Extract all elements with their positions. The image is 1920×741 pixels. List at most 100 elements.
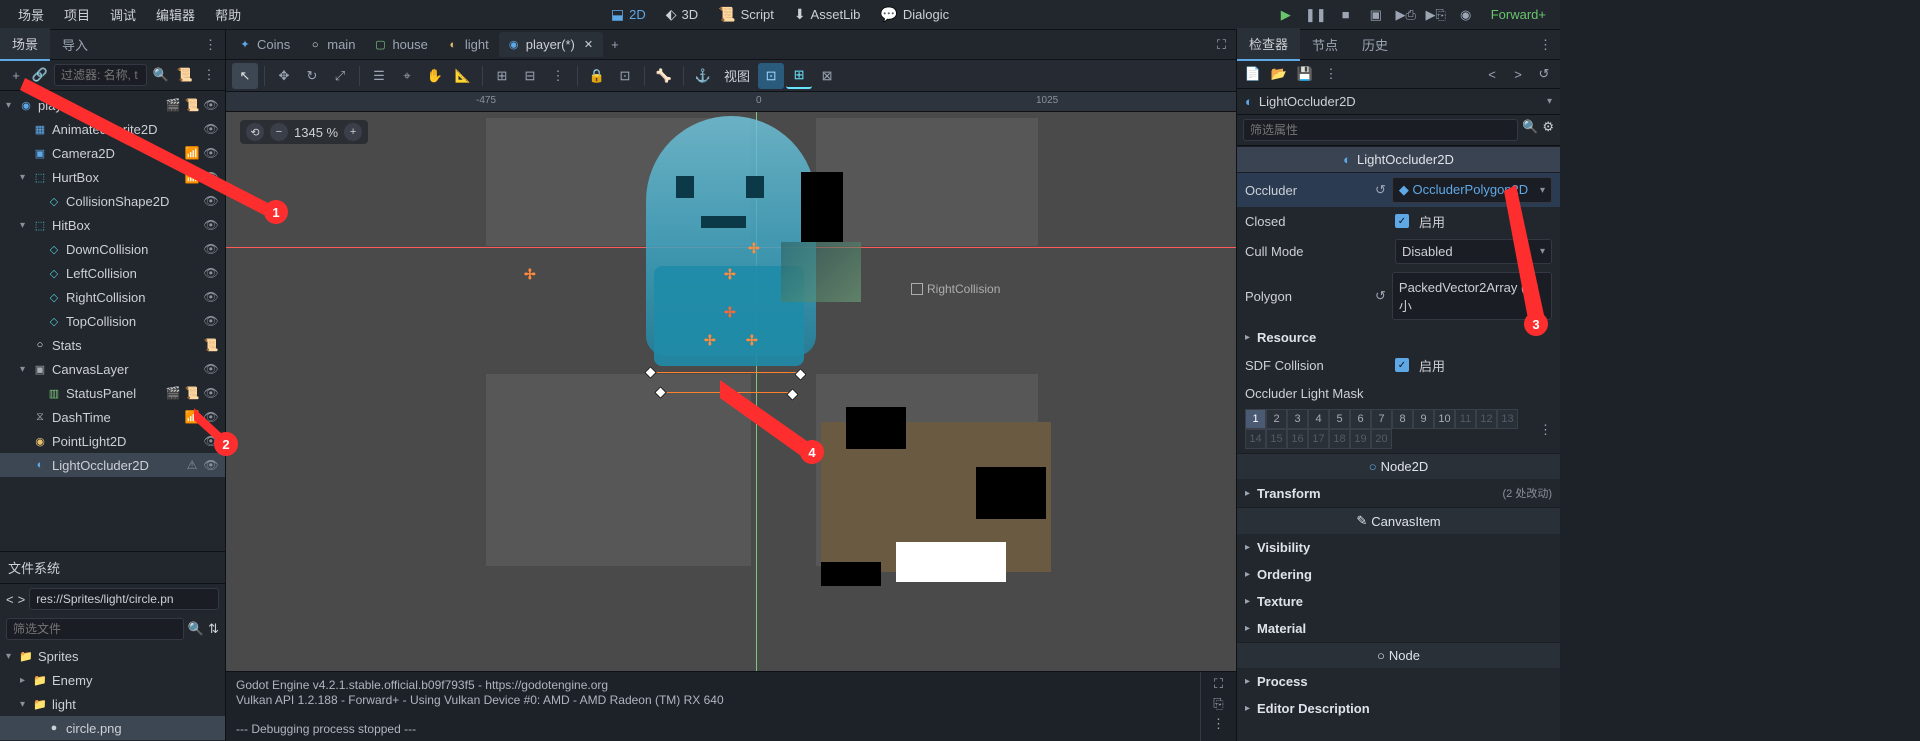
scene-tab-light[interactable]: ◐light <box>438 32 499 57</box>
movie-button[interactable]: ◉ <box>1455 4 1477 26</box>
smart-snap-button[interactable]: ⊞ <box>489 63 515 89</box>
prop-texture[interactable]: ▸Texture <box>1237 588 1560 615</box>
scene-node-StatusPanel[interactable]: ▥ StatusPanel 🎬📜👁 <box>0 381 225 405</box>
scene-node-DownCollision[interactable]: ◇ DownCollision 👁 <box>0 237 225 261</box>
prop-ordering[interactable]: ▸Ordering <box>1237 561 1560 588</box>
scene-tab-main[interactable]: ○main <box>300 32 365 57</box>
mask-layer-1[interactable]: 1 <box>1245 409 1266 429</box>
mask-layer-15[interactable]: 15 <box>1266 429 1287 449</box>
warn-icon[interactable]: ⚠ <box>184 457 200 473</box>
mask-menu-icon[interactable]: ⋮ <box>1531 422 1560 438</box>
tab-inspector[interactable]: 检查器 <box>1237 28 1300 61</box>
history-back-button[interactable]: < <box>1482 64 1502 84</box>
eye-icon[interactable]: 👁 <box>203 361 219 377</box>
search-icon[interactable]: 🔍 <box>188 621 204 637</box>
bone-button[interactable]: 🦴 <box>651 63 677 89</box>
distraction-free-icon[interactable]: ⛶ <box>1217 37 1226 53</box>
mask-layer-19[interactable]: 19 <box>1350 429 1371 449</box>
menu-编辑器[interactable]: 编辑器 <box>146 4 205 27</box>
scene-node-LightOccluder2D[interactable]: ◐ LightOccluder2D ⚠👁 <box>0 453 225 477</box>
renderer-label[interactable]: Forward+ <box>1485 7 1552 22</box>
eye-icon[interactable]: 👁 <box>203 241 219 257</box>
fs-item-Enemy[interactable]: ▸ 📁 Enemy <box>0 668 225 692</box>
scene-node-CanvasLayer[interactable]: ▾ ▣ CanvasLayer 👁 <box>0 357 225 381</box>
zoom-in-button[interactable]: + <box>344 123 362 141</box>
prop-process[interactable]: ▸Process <box>1237 668 1560 695</box>
scene-node-DashTime[interactable]: ⧖ DashTime 📶👁 <box>0 405 225 429</box>
search-icon[interactable]: 🔍 <box>1522 119 1538 141</box>
save-resource-button[interactable]: 💾 <box>1295 64 1315 84</box>
output-copy-icon[interactable]: ⎘ <box>1213 696 1223 712</box>
list-select-tool[interactable]: ☰ <box>366 63 392 89</box>
scene-node-LeftCollision[interactable]: ◇ LeftCollision 👁 <box>0 261 225 285</box>
play-button[interactable]: ▶ <box>1275 4 1297 26</box>
play-scene-button[interactable]: ▶⎙ <box>1395 4 1417 26</box>
mask-layer-7[interactable]: 7 <box>1371 409 1392 429</box>
mask-layer-4[interactable]: 4 <box>1308 409 1329 429</box>
scene-node-TopCollision[interactable]: ◇ TopCollision 👁 <box>0 309 225 333</box>
snap-toggle-1[interactable]: ⊡ <box>758 63 784 89</box>
inspector-node-name[interactable]: LightOccluder2D <box>1259 94 1541 109</box>
mask-layer-8[interactable]: 8 <box>1392 409 1413 429</box>
scene-tab-player(*)[interactable]: ◉player(*)✕ <box>499 32 603 57</box>
revert-icon[interactable]: ↺ <box>1375 288 1386 304</box>
open-resource-button[interactable]: 📂 <box>1269 64 1289 84</box>
group-button[interactable]: ⊡ <box>612 63 638 89</box>
rotate-tool[interactable]: ↻ <box>299 63 325 89</box>
fs-back-button[interactable]: < <box>6 592 14 607</box>
mode-script[interactable]: 📜Script <box>708 2 784 27</box>
mask-layer-6[interactable]: 6 <box>1350 409 1371 429</box>
scene-node-PointLight2D[interactable]: ◉ PointLight2D 👁 <box>0 429 225 453</box>
chevron-down-icon[interactable]: ▾ <box>1547 96 1552 107</box>
prop-editor-description[interactable]: ▸Editor Description <box>1237 695 1560 722</box>
view-menu-button[interactable]: 视图 <box>718 66 756 85</box>
mask-layer-5[interactable]: 5 <box>1329 409 1350 429</box>
scene-node-RightCollision[interactable]: ◇ RightCollision 👁 <box>0 285 225 309</box>
mask-layer-14[interactable]: 14 <box>1245 429 1266 449</box>
ruler-tool[interactable]: 📐 <box>450 63 476 89</box>
eye-icon[interactable]: 👁 <box>203 289 219 305</box>
history-menu-icon[interactable]: ↺ <box>1534 64 1554 84</box>
mask-layer-18[interactable]: 18 <box>1329 429 1350 449</box>
mode-assetlib[interactable]: ⬇AssetLib <box>784 2 871 27</box>
mask-layer-17[interactable]: 17 <box>1308 429 1329 449</box>
output-log[interactable]: Godot Engine v4.2.1.stable.official.b09f… <box>226 672 1200 741</box>
mask-layer-20[interactable]: 20 <box>1371 429 1392 449</box>
scene-node-Stats[interactable]: ○ Stats 📜 <box>0 333 225 357</box>
tab-node[interactable]: 节点 <box>1300 29 1350 60</box>
menu-帮助[interactable]: 帮助 <box>205 4 251 27</box>
mask-layer-16[interactable]: 16 <box>1287 429 1308 449</box>
filter-options-icon[interactable]: ⚙ <box>1542 119 1554 141</box>
light-mask-grid[interactable]: 1234567891011121314151617181920 <box>1237 407 1531 453</box>
pause-button[interactable]: ❚❚ <box>1305 4 1327 26</box>
mask-layer-2[interactable]: 2 <box>1266 409 1287 429</box>
resource-menu-icon[interactable]: ⋮ <box>1321 64 1341 84</box>
fs-path-input[interactable] <box>29 588 219 610</box>
new-scene-button[interactable]: + <box>603 32 629 57</box>
snap-options-button[interactable]: ⋮ <box>545 63 571 89</box>
scene-tab-house[interactable]: ▢house <box>365 32 437 57</box>
menu-项目[interactable]: 项目 <box>54 4 100 27</box>
script-icon[interactable]: 📜 <box>184 385 200 401</box>
prop-sdf-collision[interactable]: SDF Collision ✓ 启用 <box>1237 351 1560 379</box>
play-custom-button[interactable]: ▶⎘ <box>1425 4 1447 26</box>
script-icon[interactable]: 📜 <box>203 337 219 353</box>
fs-forward-button[interactable]: > <box>18 592 26 607</box>
pan-tool[interactable]: ✋ <box>422 63 448 89</box>
history-forward-button[interactable]: > <box>1508 64 1528 84</box>
mask-layer-9[interactable]: 9 <box>1413 409 1434 429</box>
fs-item-Sprites[interactable]: ▾ 📁 Sprites <box>0 644 225 668</box>
prop-resource[interactable]: ▸Resource <box>1237 324 1560 351</box>
grid-snap-button[interactable]: ⊟ <box>517 63 543 89</box>
prop-visibility[interactable]: ▸Visibility <box>1237 534 1560 561</box>
prop-transform[interactable]: ▸Transform (2 处改动) <box>1237 479 1560 507</box>
lock-button[interactable]: 🔒 <box>584 63 610 89</box>
pivot-tool[interactable]: ⌖ <box>394 63 420 89</box>
prop-material[interactable]: ▸Material <box>1237 615 1560 642</box>
mask-layer-11[interactable]: 11 <box>1455 409 1476 429</box>
tab-import[interactable]: 导入 <box>50 29 100 60</box>
menu-场景[interactable]: 场景 <box>8 4 54 27</box>
eye-icon[interactable]: 👁 <box>203 457 219 473</box>
output-expand-icon[interactable]: ⛶ <box>1214 676 1223 692</box>
scene-icon[interactable]: 🎬 <box>165 385 181 401</box>
